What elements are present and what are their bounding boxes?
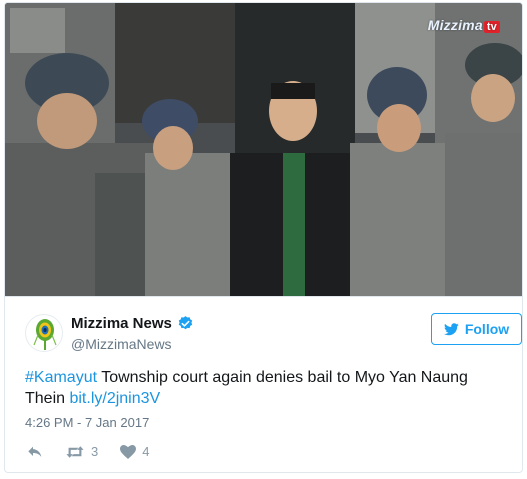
tweet-actions: 3 4: [27, 444, 171, 459]
author-display-name[interactable]: Mizzima News: [71, 315, 172, 332]
reply-icon: [28, 446, 42, 457]
peacock-feather-logo-icon: [33, 319, 57, 350]
tweet-timestamp[interactable]: 4:26 PM - 7 Jan 2017: [25, 415, 149, 430]
retweet-icon: [66, 445, 84, 458]
watermark-tv-badge: tv: [483, 21, 500, 33]
retweet-count: 3: [91, 444, 99, 459]
retweet-button[interactable]: 3: [65, 444, 98, 459]
avatar[interactable]: [25, 314, 63, 352]
watermark-brand: Mizzima: [427, 17, 483, 33]
heart-icon: [120, 444, 137, 459]
tweet-author-header: Mizzima News @MizzimaNews Follow: [25, 311, 522, 357]
follow-button[interactable]: Follow: [431, 313, 522, 345]
tweet-text-line2: Thein: [25, 390, 70, 407]
follow-button-label: Follow: [464, 321, 510, 337]
photo-scene: [5, 3, 522, 296]
name-row: Mizzima News: [71, 315, 194, 332]
like-button[interactable]: 4: [120, 444, 149, 459]
verified-badge-icon: [177, 315, 194, 332]
mizzima-tv-watermark: Mizzima tv: [428, 17, 500, 33]
twitter-bird-icon: [443, 322, 459, 336]
tweet-text: #Kamayut Township court again denies bai…: [25, 367, 495, 409]
tweet-text-line1: Township court again denies bail to Myo …: [97, 369, 468, 386]
hashtag-link[interactable]: #Kamayut: [25, 369, 97, 386]
embedded-tweet-card: Mizzima tv Mizzima News @MizzimaNews Fol…: [4, 2, 523, 473]
like-count: 4: [142, 444, 150, 459]
author-handle[interactable]: @MizzimaNews: [71, 336, 172, 352]
short-url-link[interactable]: bit.ly/2jnin3V: [69, 390, 160, 407]
tweet-photo[interactable]: Mizzima tv: [5, 3, 522, 297]
reply-button[interactable]: [27, 445, 43, 459]
